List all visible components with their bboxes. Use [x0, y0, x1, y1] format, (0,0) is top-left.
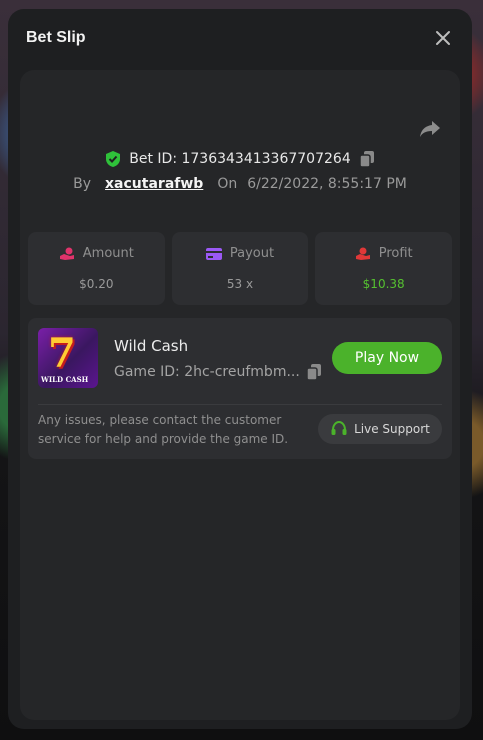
stat-amount: Amount $0.20: [28, 232, 165, 305]
headset-icon: [330, 420, 348, 438]
verified-shield-icon: [105, 150, 121, 168]
game-thumbnail[interactable]: 7 WILD CASH: [38, 328, 98, 388]
stat-profit: Profit $10.38: [315, 232, 453, 305]
card-icon: [205, 247, 222, 260]
stat-amount-label: Amount: [82, 246, 134, 261]
seven-icon: 7: [48, 330, 76, 377]
live-support-button[interactable]: Live Support: [318, 414, 442, 444]
on-label: On: [217, 176, 238, 192]
by-label: By: [73, 176, 92, 192]
coin-hand-icon: [59, 247, 75, 261]
divider: [38, 404, 442, 405]
money-hand-icon: [355, 247, 371, 261]
bet-datetime: 6/22/2022, 8:55:17 PM: [247, 176, 407, 192]
live-support-label: Live Support: [354, 422, 430, 436]
support-notice: Any issues, please contact the customer …: [38, 413, 289, 446]
stat-payout-label: Payout: [229, 246, 275, 261]
thumbnail-logo-text: WILD CASH: [41, 375, 89, 384]
stat-profit-value: $10.38: [362, 277, 405, 291]
game-name: Wild Cash: [114, 337, 189, 355]
copy-icon[interactable]: [358, 150, 375, 168]
game-id: Game ID: 2hc-creufmbm...: [114, 364, 300, 380]
username-link[interactable]: xacutarafwb: [105, 176, 203, 192]
copy-game-id-icon[interactable]: [306, 363, 322, 381]
close-icon[interactable]: [434, 29, 452, 47]
stat-amount-value: $0.20: [79, 277, 114, 291]
bet-id: Bet ID: 1736343413367707264: [129, 151, 351, 167]
stat-profit-label: Profit: [378, 246, 413, 261]
stat-payout-value: 53 x: [226, 277, 254, 291]
stat-payout: Payout 53 x: [171, 232, 309, 305]
game-card: 7 WILD CASH Wild Cash Game ID: 2hc-creuf…: [28, 318, 452, 459]
bet-owner-row: By xacutarafwb On 6/22/2022, 8:55:17 PM: [20, 176, 460, 192]
modal-title: Bet Slip: [26, 29, 86, 46]
game-id-row: Game ID: 2hc-creufmbm...: [114, 363, 322, 381]
bet-details-panel: Bet ID: 1736343413367707264 By xacutaraf…: [20, 70, 460, 720]
share-icon[interactable]: [418, 119, 442, 139]
bet-stats: Amount $0.20 Payout 53 x Profit $10.38: [28, 232, 453, 305]
play-now-button[interactable]: Play Now: [332, 342, 442, 374]
bet-slip-modal: Bet Slip Bet ID: 1736343413367707264 By …: [8, 9, 472, 729]
bet-id-row: Bet ID: 1736343413367707264: [20, 150, 460, 168]
